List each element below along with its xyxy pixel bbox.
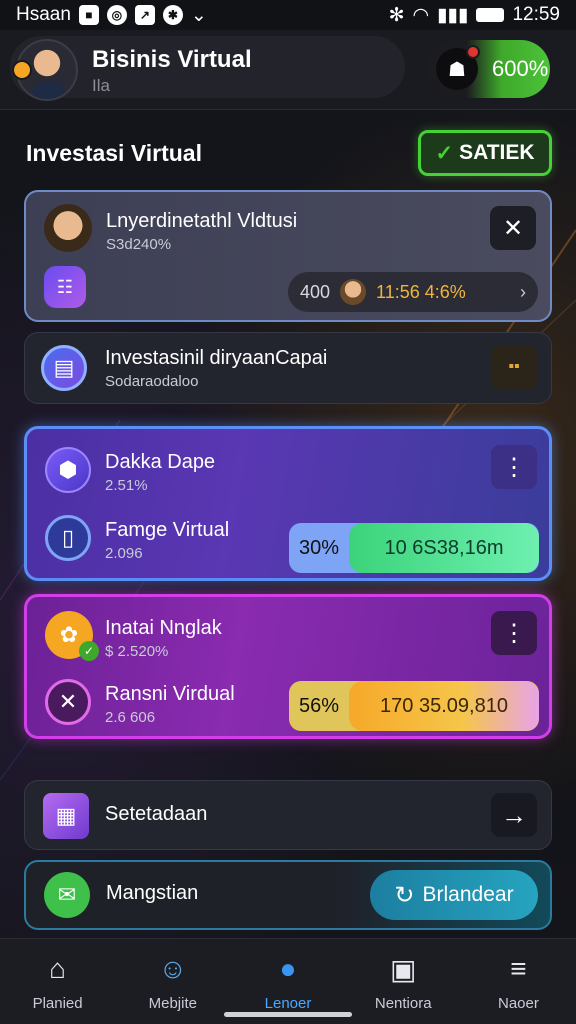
card3-menu-button[interactable]: ⋮ <box>491 445 537 489</box>
check-icon: ✓ <box>435 141 454 165</box>
nav-label: Planied <box>32 995 83 1012</box>
more-button[interactable]: ▪▪ <box>491 345 537 389</box>
people-icon: ☺ <box>158 953 188 984</box>
card3-progress-pct: 30% <box>298 536 340 559</box>
card2-title: Investasinil diryaanCapai <box>105 347 328 369</box>
card4-row1-title: Inatai Nnglak <box>105 617 222 639</box>
card4-row1-sub: $ 2.520% <box>105 643 169 660</box>
app-header: Bisinis Virtual Ila ☗ 600% <box>0 30 576 110</box>
status-bar: Hsaan ■ ◎ ↗ ✱ ⌄ ✻ ◠ ▮▮▮ 12:59 <box>0 0 576 30</box>
app-title: Bisinis Virtual <box>92 46 252 73</box>
card3-row1-title: Dakka Dape <box>105 451 216 473</box>
bluetooth-icon: ✻ <box>388 4 405 26</box>
chevron-down-icon: ⌄ <box>190 4 207 26</box>
box-icon: ⬢ <box>45 447 91 493</box>
card4-progress-value: 170 35.09,810 <box>349 681 539 731</box>
card3-row2-title: Famge Virtual <box>105 519 230 541</box>
card1-pill-a: 400 <box>300 281 331 302</box>
satiek-button[interactable]: ✓ SATIEK <box>418 130 552 176</box>
nav-label: Lenoer <box>264 995 312 1012</box>
lock-icon: ● <box>279 953 297 984</box>
balance-value: 600% <box>492 56 549 81</box>
card4-row2-title: Ransni Virdual <box>105 683 235 705</box>
user-face-icon <box>44 204 92 252</box>
home-indicator[interactable] <box>224 1012 352 1017</box>
mask-icon: ✕ <box>45 679 91 725</box>
nav-item-mebjite[interactable]: ☺ Mebjite <box>115 939 230 1024</box>
wallet-icon: ▣ <box>389 953 417 985</box>
refresh-icon: ↻ <box>394 881 415 909</box>
balance-button[interactable]: ☗ 600% <box>428 40 550 98</box>
alert-dot-icon <box>466 45 480 59</box>
card1-info-pill[interactable]: 400 11:56 4:6% › <box>288 272 538 312</box>
satiek-label: SATIEK <box>459 141 535 164</box>
brlandear-button[interactable]: ↻ Brlandear <box>370 870 538 920</box>
page-title: Investasi Virtual <box>26 140 202 166</box>
home-icon: ⌂ <box>49 953 67 984</box>
card1-pill-b: 11:56 4:6% <box>376 281 466 302</box>
robot-icon: ☗ <box>436 45 480 90</box>
card6-title: Mangstian <box>106 882 199 904</box>
nav-item-naoer[interactable]: ≡ Naoer <box>461 939 576 1024</box>
card2-sub: Sodaraodaloo <box>105 373 199 390</box>
card4-progress: 56% 170 35.09,810 <box>289 681 539 731</box>
card4-row2-sub: 2.6 606 <box>105 709 156 726</box>
setetadaan-row[interactable]: ▦ Setetadaan → <box>24 780 552 850</box>
investment-card-4[interactable]: ✿ ✓ Inatai Nnglak $ 2.520% ⋮ ✕ Ransni Vi… <box>24 594 552 739</box>
mangstian-row[interactable]: ✉ Mangstian ↻ Brlandear <box>24 860 552 930</box>
settings-icon: ✱ <box>162 5 183 25</box>
wifi-icon: ◠ <box>412 4 430 26</box>
investment-card-1[interactable]: Lnyerdinetathl Vldtusi S3d240% ✕ ☷ 400 1… <box>24 190 552 322</box>
card1-title: Lnyerdinetathl Vldtusi <box>106 210 298 232</box>
document-icon: ▤ <box>41 345 87 391</box>
investment-card-3[interactable]: ⬢ Dakka Dape 2.51% ⋮ ▯ Famge Virtual 2.0… <box>24 426 552 581</box>
app-subtitle: Ila <box>92 76 110 95</box>
brlandear-label: Brlandear <box>422 883 514 906</box>
nav-label: Mebjite <box>148 995 197 1012</box>
battery-icon <box>476 8 505 22</box>
arrow-right-button[interactable]: → <box>491 793 537 837</box>
card3-progress-value: 10 6S38,16m <box>349 523 539 573</box>
signal-icon: ▮▮▮ <box>437 4 469 26</box>
app-icon: ↗ <box>134 5 155 25</box>
card5-title: Setetadaan <box>105 803 208 825</box>
nav-item-planied[interactable]: ⌂ Planied <box>0 939 115 1024</box>
check-badge-icon: ✓ <box>79 641 99 661</box>
card3-row1-sub: 2.51% <box>105 477 148 494</box>
close-button[interactable]: ✕ <box>490 206 536 250</box>
cube-icon: ▦ <box>43 793 89 839</box>
sync-icon: ◎ <box>106 5 127 25</box>
card1-sub: S3d240% <box>106 236 172 253</box>
card3-progress: 30% 10 6S38,16m <box>289 523 539 573</box>
notification-icon: ■ <box>78 5 99 25</box>
menu-icon: ≡ <box>510 953 527 984</box>
card4-progress-pct: 56% <box>298 694 340 717</box>
clock: 12:59 <box>512 4 560 25</box>
nav-label: Nentiora <box>374 995 432 1012</box>
bot-icon: ☷ <box>44 266 86 308</box>
nav-item-nentiora[interactable]: ▣ Nentiora <box>346 939 461 1024</box>
page-icon: ▯ <box>45 515 91 561</box>
nav-label: Naoer <box>497 995 539 1012</box>
mini-avatar-icon <box>340 279 367 305</box>
coin-icon <box>12 60 32 80</box>
chevron-right-icon: › <box>520 281 526 302</box>
carrier-label: Hsaan <box>16 4 71 25</box>
investment-card-2[interactable]: ▤ Investasinil diryaanCapai Sodaraodaloo… <box>24 332 552 404</box>
card4-menu-button[interactable]: ⋮ <box>491 611 537 655</box>
card3-row2-sub: 2.096 <box>105 545 143 562</box>
mail-icon: ✉ <box>44 872 90 918</box>
